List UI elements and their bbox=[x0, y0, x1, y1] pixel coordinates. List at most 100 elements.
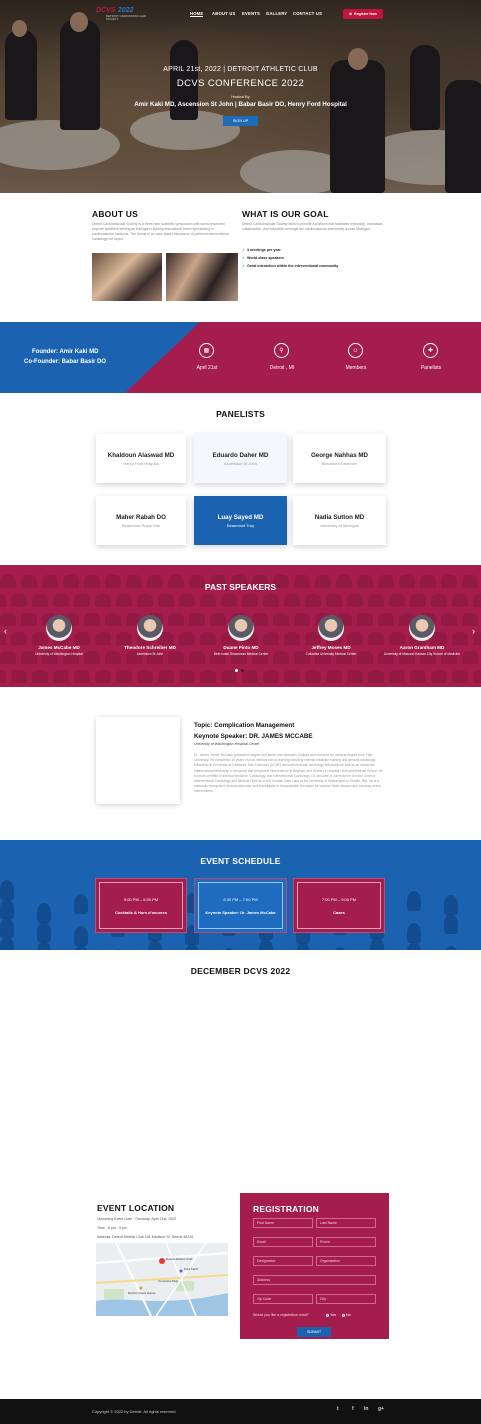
twitter-icon[interactable]: t bbox=[337, 1406, 339, 1412]
decorative-crowd bbox=[444, 914, 458, 934]
decorative-seat bbox=[473, 670, 481, 683]
city-field[interactable]: City bbox=[316, 1294, 376, 1304]
decorative-seat bbox=[389, 632, 405, 645]
speaker-photo bbox=[46, 615, 72, 641]
goal-item-2: ✓ World-class speakers bbox=[242, 256, 284, 260]
about-photo-1 bbox=[92, 253, 162, 301]
goal-title: WHAT IS OUR GOAL bbox=[242, 209, 329, 219]
carousel-next-icon[interactable]: › bbox=[472, 626, 475, 636]
sign-up-button[interactable]: SIGN UP bbox=[223, 116, 258, 126]
calendar-icon: ▦ bbox=[199, 343, 214, 358]
phone-field[interactable]: Phone bbox=[316, 1237, 376, 1247]
nav-home[interactable]: HOME bbox=[190, 11, 204, 17]
about-text: Detroit Cardiovascular Society is a thre… bbox=[92, 222, 229, 241]
nav-contact-us[interactable]: CONTACT US bbox=[293, 11, 322, 16]
linkedin-icon[interactable]: in bbox=[364, 1406, 368, 1412]
designation-field[interactable]: Designation bbox=[253, 1256, 313, 1266]
decorative-seat bbox=[263, 632, 279, 645]
decorative-seat bbox=[452, 594, 468, 607]
google-plus-icon[interactable]: g+ bbox=[378, 1406, 384, 1412]
decorative-crowd bbox=[0, 918, 14, 938]
decorative-seat bbox=[158, 594, 174, 607]
speaker-affiliation: Ascension St John bbox=[136, 652, 164, 656]
decorative-seat bbox=[32, 670, 48, 683]
map-label: Detroit Opera House bbox=[128, 1291, 156, 1295]
decorative-seat bbox=[263, 594, 279, 607]
submit-button[interactable]: SUBMIT bbox=[297, 1327, 331, 1337]
location-map[interactable]: Detroit Athletic Club Detroit Opera Hous… bbox=[96, 1243, 228, 1316]
panelist-card[interactable]: Maher Rabah DO Beaumont Royal Oak bbox=[96, 496, 186, 545]
speaker-photo bbox=[409, 615, 435, 641]
panelist-card[interactable]: George Nahhas MD Beaumont Dearborn bbox=[293, 434, 386, 483]
schedule-title: EVENT SCHEDULE bbox=[200, 856, 281, 866]
panelist-card[interactable]: Eduardo Daher MD Ascension St John bbox=[194, 434, 287, 483]
panelist-affiliation: Ascension St John bbox=[223, 460, 258, 466]
panelist-card[interactable]: Khaldoun Alaswad MD Henry Ford Hospital bbox=[96, 434, 186, 483]
nav-events[interactable]: EVENTS bbox=[242, 11, 260, 16]
stat-panelists: Panelists bbox=[420, 365, 442, 371]
panelist-affiliation: Beaumont Troy bbox=[226, 522, 255, 528]
decorative-seat bbox=[11, 594, 27, 607]
speaker-name: James McCabe MD bbox=[38, 645, 80, 650]
carousel-prev-icon[interactable]: ‹ bbox=[4, 626, 7, 636]
panelist-card[interactable]: Nadia Sutton MD University of Michigan bbox=[293, 496, 386, 545]
decorative-seat bbox=[53, 670, 69, 683]
register-now-button[interactable]: ⊕ Register Now bbox=[343, 9, 383, 19]
decorative-seat bbox=[273, 613, 289, 626]
decorative-seat bbox=[284, 594, 300, 607]
hero-section: DCVS 2022 DETROIT CARDIOVASCULAR SOCIETY… bbox=[0, 0, 481, 193]
footer bbox=[0, 1399, 481, 1424]
location-time: Time : 6 pm - 9 pm bbox=[97, 1226, 128, 1230]
decorative-seat bbox=[326, 594, 342, 607]
members-icon: ☺ bbox=[348, 343, 363, 358]
december-title: DECEMBER DCVS 2022 bbox=[190, 966, 291, 976]
zip-code-field[interactable]: Zip Code bbox=[253, 1294, 313, 1304]
about-photo-2 bbox=[166, 253, 238, 301]
speaker-name: Jeffrey Moses MD bbox=[311, 645, 351, 650]
about-title: ABOUT US bbox=[92, 209, 138, 219]
carousel-dot[interactable] bbox=[241, 669, 244, 672]
decorative-seat bbox=[84, 613, 100, 626]
organization-field[interactable]: Organization bbox=[316, 1256, 376, 1266]
panelist-name: Nadia Sutton MD bbox=[314, 513, 365, 521]
nav-gallery[interactable]: GALLERY bbox=[266, 11, 287, 16]
carousel-dot[interactable] bbox=[235, 669, 238, 672]
address-field[interactable]: Address bbox=[253, 1275, 376, 1285]
top-navbar: DCVS 2022 DETROIT CARDIOVASCULAR SOCIETY… bbox=[0, 0, 481, 28]
event-schedule-section: EVENT SCHEDULE 5:00 PM – 6:30 PM Cocktai… bbox=[0, 840, 481, 950]
panelist-card[interactable]: Luay Sayed MD Beaumont Troy bbox=[194, 496, 287, 545]
first-name-field[interactable]: First Name bbox=[253, 1218, 313, 1228]
panelist-affiliation: University of Michigan bbox=[319, 522, 360, 528]
decorative-seat bbox=[179, 632, 195, 645]
decorative-seat bbox=[347, 632, 363, 645]
past-speakers-section: PAST SPEAKERS ‹ › James McCabe MD Univer… bbox=[0, 565, 481, 687]
decorative-crowd bbox=[370, 938, 384, 950]
keynote-speaker: Keynote Speaker: DR. JAMES MCCABE bbox=[194, 733, 313, 740]
keynote-topic: Topic: Complication Management bbox=[194, 722, 295, 729]
decorative-seat bbox=[210, 613, 226, 626]
facebook-icon[interactable]: f bbox=[352, 1406, 354, 1412]
speaker-photo bbox=[228, 615, 254, 641]
panelist-affiliation: Henry Ford Hospital bbox=[123, 460, 159, 466]
map-label: Ford Field bbox=[184, 1267, 198, 1271]
email-field[interactable]: Email bbox=[253, 1237, 313, 1247]
decorative-crowd bbox=[0, 880, 14, 900]
last-name-field[interactable]: Last Name bbox=[316, 1218, 376, 1228]
decorative-crowd bbox=[259, 939, 273, 950]
decorative-crowd bbox=[185, 944, 199, 950]
nav-about-us[interactable]: ABOUT US bbox=[212, 11, 235, 16]
goal-item-3: ✓ Great interaction within the interventi… bbox=[242, 264, 339, 268]
decorative-crowd bbox=[74, 894, 88, 914]
decorative-seat bbox=[95, 670, 111, 683]
site-logo[interactable]: DCVS 2022 DETROIT CARDIOVASCULAR SOCIETY bbox=[96, 7, 158, 21]
decorative-seat bbox=[116, 594, 132, 607]
hero-title: DCVS CONFERENCE 2022 bbox=[176, 78, 305, 89]
decorative-seat bbox=[389, 670, 405, 683]
meal-yes-radio[interactable]: Yes bbox=[326, 1313, 336, 1317]
goal-text: Detroit Cardiovascular Society aims to p… bbox=[242, 222, 384, 231]
decorative-seat bbox=[0, 651, 16, 664]
decorative-seat bbox=[53, 594, 69, 607]
decorative-seat bbox=[0, 670, 6, 683]
cofounder-text: Co-Founder: Babar Basir DO bbox=[24, 359, 107, 365]
meal-no-radio[interactable]: No bbox=[342, 1313, 351, 1317]
